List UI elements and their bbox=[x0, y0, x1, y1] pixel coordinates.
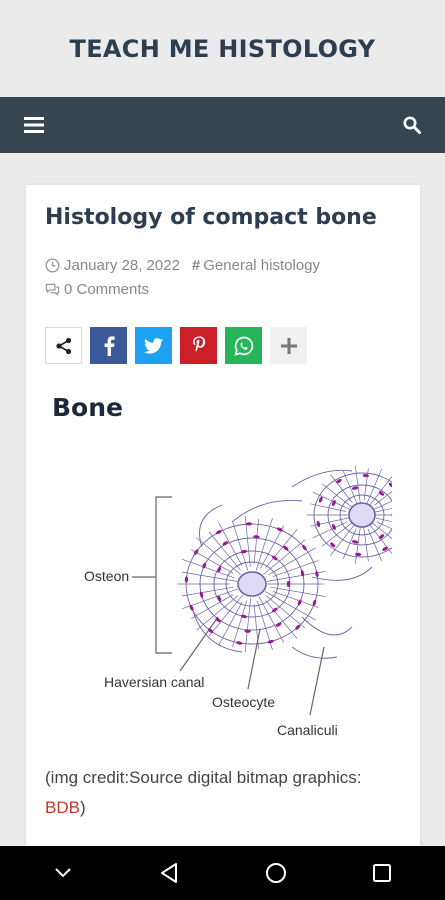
recents-button[interactable] bbox=[360, 851, 404, 895]
post-category-link[interactable]: General histology bbox=[203, 257, 320, 274]
canaliculus-line bbox=[363, 524, 369, 562]
canaliculus-line bbox=[253, 604, 259, 650]
canaliculus-line bbox=[267, 547, 316, 576]
canaliculus-line bbox=[182, 558, 235, 579]
share-button[interactable] bbox=[45, 327, 82, 364]
facebook-share-button[interactable] bbox=[90, 327, 127, 364]
osteocyte-cell bbox=[315, 570, 319, 578]
label-haversian-canal: Haversian canal bbox=[104, 674, 204, 690]
label-osteon: Osteon bbox=[84, 568, 129, 584]
canaliculus-line bbox=[253, 518, 259, 564]
post-meta-date-category: January 28, 2022 # General histology bbox=[45, 257, 320, 274]
canaliculus-line bbox=[265, 600, 298, 639]
home-icon bbox=[265, 863, 286, 883]
osteocyte-cell bbox=[362, 473, 369, 478]
osteocyte-cell bbox=[245, 522, 253, 526]
canaliculus-line bbox=[208, 531, 241, 571]
canaliculus-line bbox=[181, 586, 234, 597]
menu-button[interactable] bbox=[24, 117, 44, 133]
osteocyte-cell bbox=[355, 552, 362, 557]
system-navigation-bar bbox=[0, 846, 445, 900]
canaliculus-line bbox=[196, 595, 239, 631]
image-credit: (img credit:Source digital bitmap graphi… bbox=[45, 763, 405, 823]
chevron-down-icon bbox=[55, 868, 71, 878]
back-button[interactable] bbox=[147, 851, 191, 895]
site-title[interactable]: TEACH ME HISTOLOGY bbox=[70, 35, 376, 63]
credit-suffix: ) bbox=[79, 798, 86, 817]
canaliculus-line bbox=[258, 596, 285, 643]
label-osteocyte: Osteocyte bbox=[212, 694, 275, 710]
credit-text: (img credit:Source digital bitmap graphi… bbox=[45, 768, 362, 787]
canaliculus-line bbox=[232, 600, 248, 647]
label-canaliculi: Canaliculi bbox=[277, 722, 338, 738]
clock-icon bbox=[45, 258, 60, 273]
haversian-canal-shape bbox=[237, 571, 267, 597]
search-icon bbox=[403, 116, 421, 134]
canaliculus-line bbox=[265, 529, 298, 568]
canaliculus-line bbox=[354, 527, 361, 564]
facebook-icon bbox=[104, 335, 115, 356]
post-comments: 0 Comments bbox=[64, 281, 150, 298]
search-button[interactable] bbox=[403, 116, 421, 134]
twitter-share-button[interactable] bbox=[135, 327, 172, 364]
osteocyte-cell bbox=[316, 520, 321, 528]
credit-link[interactable]: BDB bbox=[45, 798, 80, 817]
post-card: Histology of compact bone January 28, 20… bbox=[26, 185, 420, 885]
post-date: January 28, 2022 bbox=[64, 257, 180, 274]
home-button[interactable] bbox=[254, 851, 298, 895]
hamburger-menu-icon bbox=[24, 117, 44, 133]
twitter-icon bbox=[144, 337, 163, 354]
section-heading: Bone bbox=[52, 393, 123, 422]
plus-icon bbox=[280, 337, 297, 354]
osteocyte-cell bbox=[215, 529, 222, 535]
canaliculus-line bbox=[354, 466, 361, 503]
osteocyte-cell bbox=[286, 580, 290, 588]
canaliculus-line bbox=[376, 521, 392, 530]
share-buttons bbox=[45, 327, 307, 364]
collapse-button[interactable] bbox=[41, 851, 85, 895]
whatsapp-share-button[interactable] bbox=[225, 327, 262, 364]
compact-bone-diagram: Osteon Haversian canal Osteocyte Canalic… bbox=[84, 466, 392, 738]
back-icon bbox=[161, 863, 178, 883]
canaliculus-line bbox=[370, 521, 392, 539]
osteocyte-cell bbox=[330, 542, 336, 548]
more-share-button[interactable] bbox=[270, 327, 307, 364]
osteocyte-cell bbox=[236, 641, 243, 645]
pinterest-icon bbox=[192, 336, 205, 352]
site-header: TEACH ME HISTOLOGY bbox=[0, 0, 445, 97]
whatsapp-icon bbox=[233, 336, 253, 356]
canaliculus-line bbox=[310, 517, 351, 527]
osteocyte-cell bbox=[184, 576, 189, 583]
canaliculus-line bbox=[371, 500, 392, 511]
osteocyte-cell bbox=[388, 482, 392, 488]
hash-icon: # bbox=[191, 257, 201, 274]
haversian-canal-shape-2 bbox=[348, 502, 376, 528]
recents-icon bbox=[372, 864, 391, 882]
post-title[interactable]: Histology of compact bone bbox=[45, 205, 377, 230]
nav-bar bbox=[0, 97, 445, 153]
post-meta-comments[interactable]: 0 Comments bbox=[45, 281, 149, 298]
pinterest-share-button[interactable] bbox=[180, 327, 217, 364]
comments-icon bbox=[45, 282, 60, 297]
share-icon bbox=[55, 337, 71, 354]
